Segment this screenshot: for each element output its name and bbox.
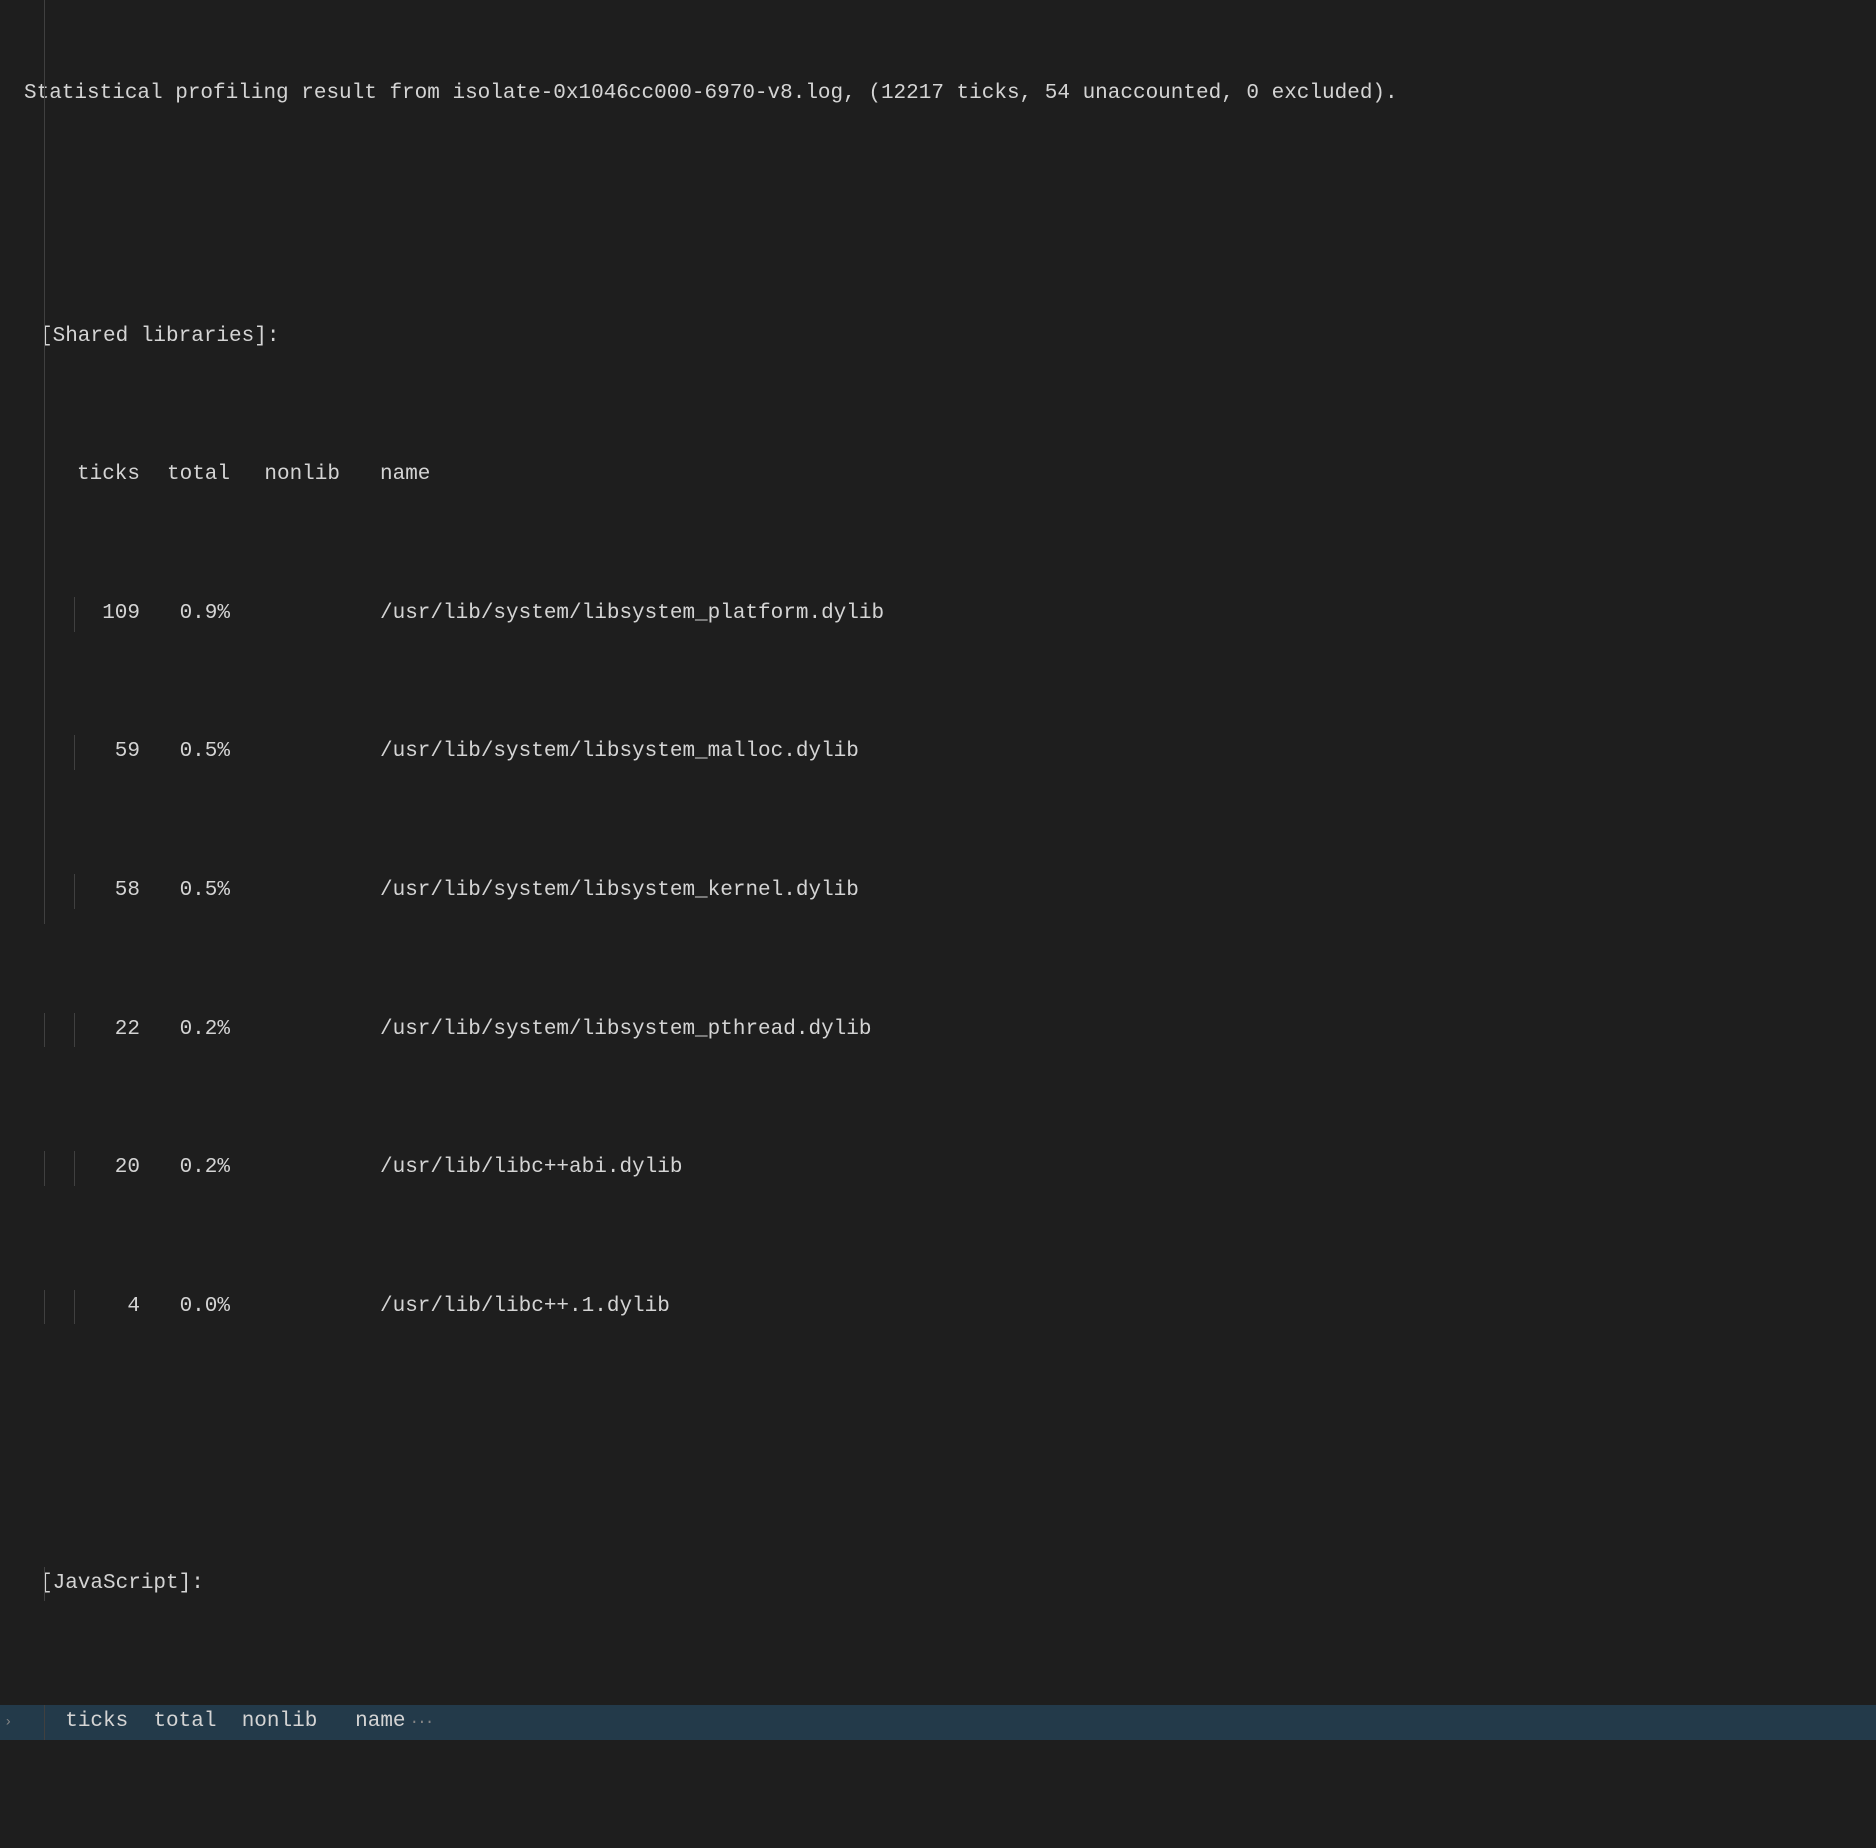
header-line: Statistical profiling result from isolat… xyxy=(0,77,1876,112)
blank-line xyxy=(0,1844,1876,1848)
javascript-header-fold[interactable]: › ticks total nonlib name··· xyxy=(0,1705,1876,1740)
ellipsis-icon: ··· xyxy=(406,1713,433,1731)
table-row: 590.5%/usr/lib/system/libsystem_malloc.d… xyxy=(0,735,1876,770)
shared-libraries-header: tickstotalnonlibname xyxy=(0,458,1876,493)
table-row: 1090.9%/usr/lib/system/libsystem_platfor… xyxy=(0,597,1876,632)
blank-line xyxy=(0,181,1876,216)
table-row: 580.5%/usr/lib/system/libsystem_kernel.d… xyxy=(0,874,1876,909)
table-row: 220.2%/usr/lib/system/libsystem_pthread.… xyxy=(0,1013,1876,1048)
blank-line xyxy=(0,1428,1876,1463)
chevron-right-icon[interactable]: › xyxy=(4,1711,12,1734)
section-shared-libraries: [Shared libraries]: xyxy=(0,320,1876,355)
table-row: 200.2%/usr/lib/libc++abi.dylib xyxy=(0,1151,1876,1186)
table-row: 40.0%/usr/lib/libc++.1.dylib xyxy=(0,1290,1876,1325)
profiling-output: Statistical profiling result from isolat… xyxy=(0,8,1876,1848)
section-javascript: [JavaScript]: xyxy=(0,1567,1876,1602)
